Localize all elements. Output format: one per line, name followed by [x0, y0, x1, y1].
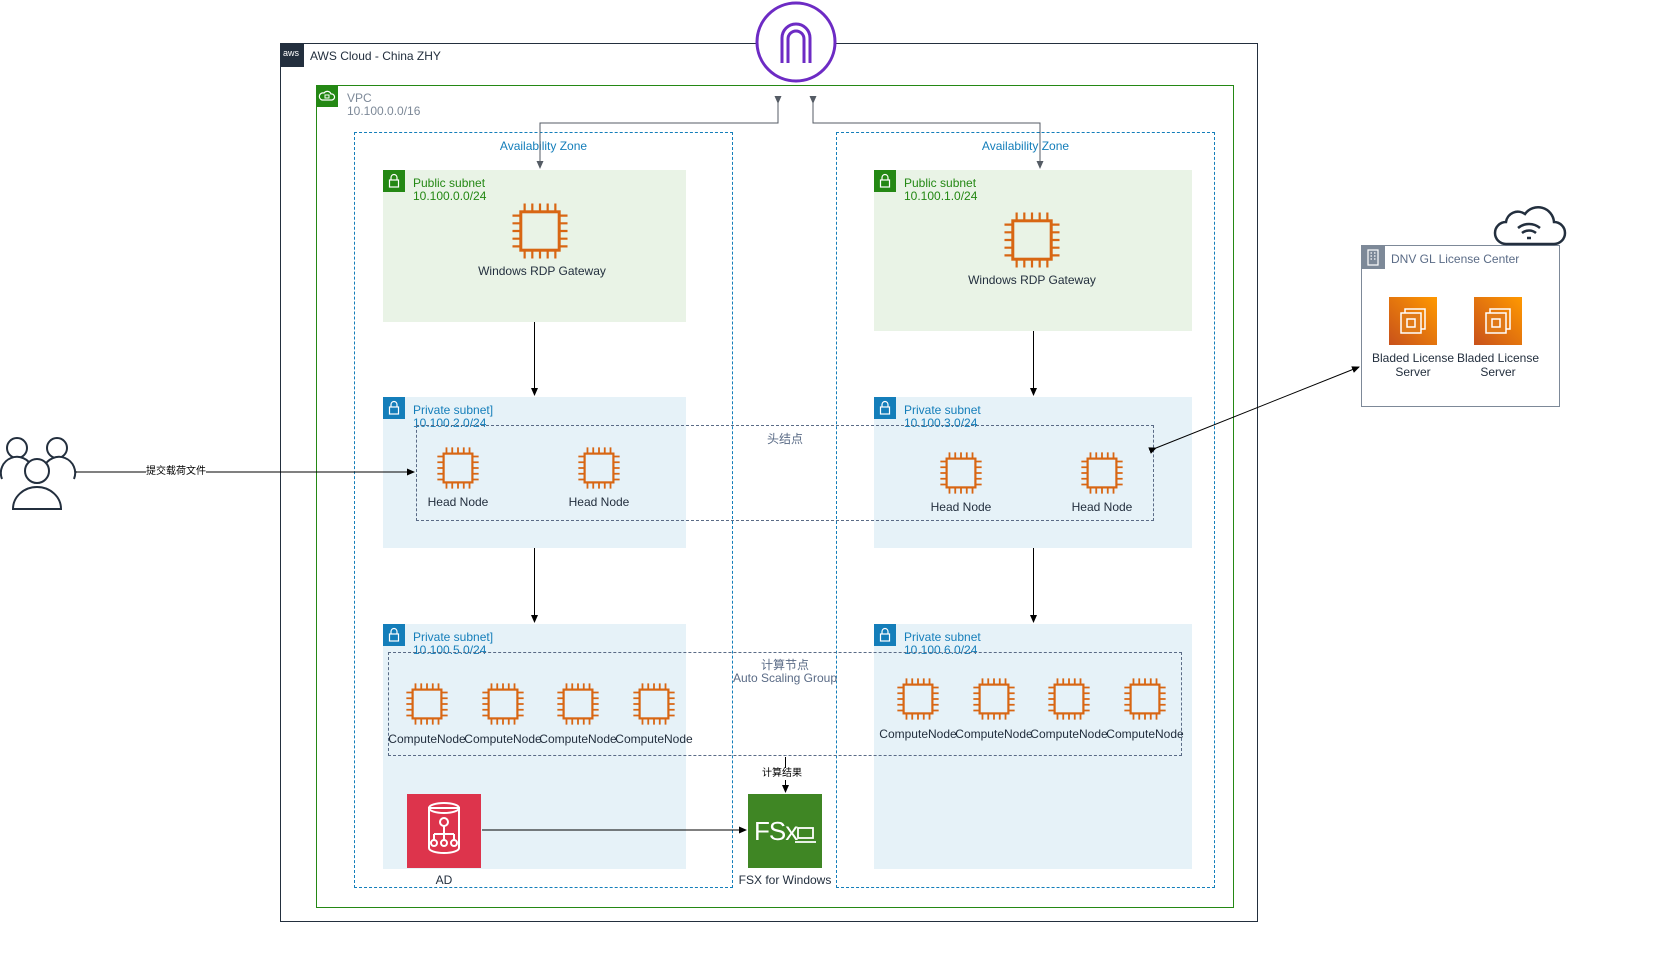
compute-node-label: ComputeNode — [955, 727, 1033, 741]
license-server-label: Bladed License Server — [1456, 351, 1540, 379]
compute-node-label: ComputeNode — [615, 732, 693, 746]
head-node-label: Head Node — [427, 495, 489, 509]
ec2-instance-icon — [970, 675, 1018, 723]
compute-node-label: ComputeNode — [879, 727, 957, 741]
ec2-instance-icon — [894, 675, 942, 723]
users-icon — [0, 434, 77, 512]
compute-node-label: ComputeNode — [464, 732, 542, 746]
connector-lines — [70, 96, 1360, 834]
ec2-instance-icon — [479, 680, 527, 728]
ec2-instance-icon — [1121, 675, 1169, 723]
license-server-icon — [1389, 297, 1437, 345]
internet-gateway-icon — [755, 1, 837, 83]
users-edge-label: 提交载荷文件 — [146, 466, 206, 478]
ec2-instance-icon — [434, 444, 482, 492]
edge-head-group-to-license — [1148, 366, 1360, 454]
ec2-instance-icon — [554, 680, 602, 728]
ec2-instance-icon — [403, 680, 451, 728]
head-node-label: Head Node — [930, 500, 992, 514]
ec2-instance-icon — [1045, 675, 1093, 723]
license-server-icon — [1474, 297, 1522, 345]
internet-cloud-icon — [1492, 198, 1568, 248]
compute-result-label: 计算结果 — [762, 768, 802, 780]
ec2-instance-icon — [1000, 208, 1064, 272]
compute-node-label: ComputeNode — [1030, 727, 1108, 741]
rdp-gateway-left-label: Windows RDP Gateway — [478, 264, 606, 278]
ec2-instance-icon — [575, 444, 623, 492]
edge-gateway-to-right-az — [809, 96, 1044, 169]
fsx-windows-icon: FSx — [748, 794, 822, 868]
ec2-instance-icon — [1078, 449, 1126, 497]
fsx-label: FSX for Windows — [738, 873, 832, 887]
edge-gateway-to-left-az — [536, 96, 782, 169]
ec2-instance-icon — [508, 199, 572, 263]
compute-node-label: ComputeNode — [1106, 727, 1184, 741]
ec2-instance-icon — [937, 449, 985, 497]
directory-service-icon — [407, 794, 481, 868]
compute-node-label: ComputeNode — [539, 732, 617, 746]
head-node-label: Head Node — [568, 495, 630, 509]
ec2-instance-icon — [630, 680, 678, 728]
head-node-label: Head Node — [1071, 500, 1133, 514]
rdp-gateway-right-label: Windows RDP Gateway — [968, 273, 1096, 287]
compute-node-label: ComputeNode — [388, 732, 466, 746]
ad-label: AD — [435, 873, 453, 887]
